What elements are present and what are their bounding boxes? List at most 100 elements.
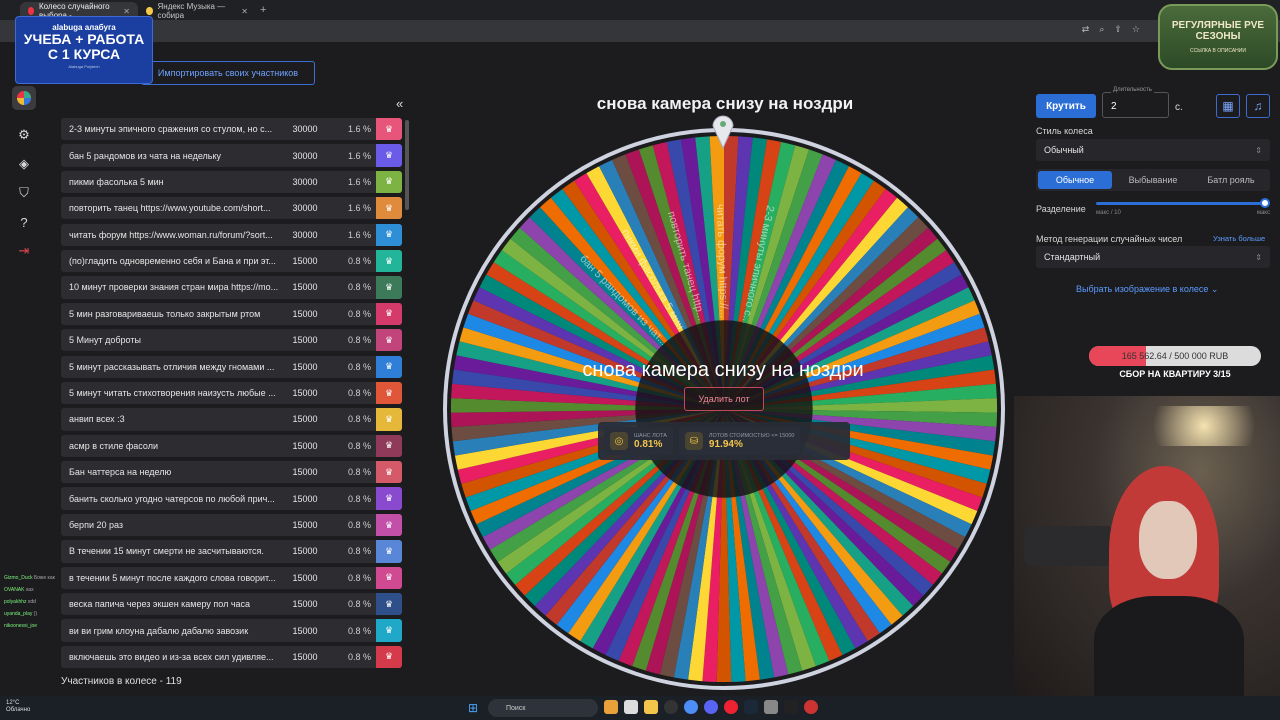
participant-name[interactable]: веска папича через экшен камеру пол часа [61, 599, 281, 609]
trophy-icon[interactable]: ♛ [376, 513, 402, 537]
participant-name[interactable]: (по)гладить одновременно себя и Бана и п… [61, 256, 281, 266]
participant-row[interactable]: включаешь это видео и из-за всех сил уди… [61, 645, 402, 669]
style-select[interactable]: Обычный ⇕ [1036, 139, 1270, 161]
participant-name[interactable]: в течении 5 минут после каждого слова го… [61, 573, 281, 583]
participant-amount[interactable]: 15000 [281, 520, 329, 530]
participant-amount[interactable]: 30000 [281, 124, 329, 134]
app-icon[interactable] [664, 700, 678, 714]
participant-amount[interactable]: 15000 [281, 282, 329, 292]
participant-name[interactable]: анвип всех :3 [61, 414, 281, 424]
trophy-icon[interactable]: ♛ [376, 434, 402, 457]
trophy-icon[interactable]: ♛ [376, 540, 402, 563]
trophy-icon[interactable]: ♛ [376, 487, 402, 510]
layers-icon[interactable]: ◈ [12, 152, 36, 176]
participant-row[interactable]: берпи 20 раз 15000 0.8 % ♛ [61, 513, 402, 537]
participant-amount[interactable]: 15000 [281, 573, 329, 583]
participant-row[interactable]: Бан чаттерса на неделю 15000 0.8 % ♛ [61, 461, 402, 484]
duration-input[interactable]: Длительность 2 [1102, 87, 1169, 118]
participant-amount[interactable]: 15000 [281, 467, 329, 477]
trophy-icon[interactable]: ♛ [376, 170, 402, 194]
participant-row[interactable]: асмр в стиле фасоли 15000 0.8 % ♛ [61, 434, 402, 457]
trophy-icon[interactable]: ♛ [376, 197, 402, 220]
windows-start-icon[interactable]: ⊞ [468, 701, 478, 715]
participant-row[interactable]: 5 минут читать стихотворения наизусть лю… [61, 381, 402, 405]
participant-row[interactable]: 5 мин разговариваешь только закрытым рто… [61, 302, 402, 326]
star-icon[interactable]: ☆ [1132, 24, 1140, 35]
participant-name[interactable]: Бан чаттерса на неделю [61, 467, 281, 477]
trophy-icon[interactable]: ♛ [376, 223, 402, 246]
participant-row[interactable]: веска папича через экшен камеру пол часа… [61, 593, 402, 616]
participant-name[interactable]: 5 Минут доброты [61, 335, 281, 345]
trophy-icon[interactable]: ♛ [376, 381, 402, 405]
folder-icon[interactable] [644, 700, 658, 714]
participant-name[interactable]: ви ви грим клоуна дабалю дабалю завозик [61, 626, 281, 636]
participant-row[interactable]: анвип всех :3 15000 0.8 % ♛ [61, 408, 402, 431]
weather-widget[interactable]: 12°C Облачно [6, 700, 30, 714]
participant-amount[interactable]: 30000 [281, 203, 329, 213]
participant-row[interactable]: В течении 15 минут смерти не засчитывают… [61, 540, 402, 563]
participant-amount[interactable]: 15000 [281, 494, 329, 504]
participant-row[interactable]: читать форум https://www.woman.ru/forum/… [61, 223, 402, 246]
participant-amount[interactable]: 15000 [281, 309, 329, 319]
new-tab-icon[interactable]: + [260, 4, 266, 16]
mode-normal-tab[interactable]: Обычное [1038, 171, 1112, 189]
shield-icon[interactable]: ⛉ [12, 181, 36, 205]
app-icon[interactable] [604, 700, 618, 714]
trophy-icon[interactable]: ♛ [376, 593, 402, 616]
participant-amount[interactable]: 15000 [281, 626, 329, 636]
participant-name[interactable]: пикми фасолька 5 мин [61, 177, 281, 187]
participant-amount[interactable]: 30000 [281, 177, 329, 187]
participant-amount[interactable]: 15000 [281, 441, 329, 451]
participant-name[interactable]: 5 минут рассказывать отличия между гнома… [61, 362, 281, 372]
app-icon[interactable] [624, 700, 638, 714]
participant-amount[interactable]: 30000 [281, 151, 329, 161]
rng-select[interactable]: Стандартный ⇕ [1036, 246, 1270, 268]
participant-name[interactable]: включаешь это видео и из-за всех сил уди… [61, 652, 281, 662]
participant-amount[interactable]: 15000 [281, 388, 329, 398]
trophy-icon[interactable]: ♛ [376, 408, 402, 431]
import-participants-button[interactable]: Импортировать своих участников [141, 61, 315, 85]
music-icon[interactable]: ♫ [1246, 94, 1270, 118]
participant-row[interactable]: 10 минут проверки знания стран мира http… [61, 276, 402, 299]
trophy-icon[interactable]: ♛ [376, 461, 402, 484]
participant-name[interactable]: 5 мин разговариваешь только закрытым рто… [61, 309, 281, 319]
trophy-icon[interactable]: ♛ [376, 249, 402, 273]
participant-name[interactable]: 5 минут читать стихотворения наизусть лю… [61, 388, 281, 398]
trophy-icon[interactable]: ♛ [376, 276, 402, 299]
participant-row[interactable]: ви ви грим клоуна дабалю дабалю завозик 1… [61, 619, 402, 642]
participant-row[interactable]: банить сколько угодно чатерсов по любой … [61, 487, 402, 510]
trophy-icon[interactable]: ♛ [376, 144, 402, 167]
participant-amount[interactable]: 15000 [281, 362, 329, 372]
mode-battle-royale-tab[interactable]: Батл рояль [1194, 171, 1268, 189]
browser-tab[interactable]: Яндекс Музыка — собира ✕ [138, 2, 256, 20]
logout-icon[interactable]: ⇥ [12, 239, 36, 263]
app-icon[interactable] [804, 700, 818, 714]
help-icon[interactable]: ? [12, 210, 36, 234]
rng-learn-more-link[interactable]: Узнать больше [1213, 234, 1265, 243]
choose-image-link[interactable]: Выбрать изображение в колесе ⌄ [1076, 284, 1218, 295]
app-icon[interactable] [764, 700, 778, 714]
participant-name[interactable]: берпи 20 раз [61, 520, 281, 530]
participant-row[interactable]: 2-3 минуты эпичного сражения со стулом, … [61, 118, 402, 141]
participant-name[interactable]: банить сколько угодно чатерсов по любой … [61, 494, 281, 504]
share-icon[interactable]: ⇪ [1114, 24, 1122, 35]
participant-amount[interactable]: 15000 [281, 414, 329, 424]
tab-close-icon[interactable]: ✕ [123, 7, 130, 16]
participant-amount[interactable]: 15000 [281, 335, 329, 345]
participant-name[interactable]: повторить танец https://www.youtube.com/… [61, 203, 281, 213]
trophy-icon[interactable]: ♛ [376, 329, 402, 352]
split-slider[interactable] [1096, 198, 1270, 208]
participant-row[interactable]: пикми фасолька 5 мин 30000 1.6 % ♛ [61, 170, 402, 194]
trophy-icon[interactable]: ♛ [376, 645, 402, 669]
trophy-icon[interactable]: ♛ [376, 302, 402, 326]
grid-icon[interactable]: ▦ [1216, 94, 1240, 118]
delete-lot-button[interactable]: Удалить лот [684, 387, 764, 411]
discord-icon[interactable] [704, 700, 718, 714]
mode-elimination-tab[interactable]: Выбывание [1116, 171, 1190, 189]
participant-amount[interactable]: 30000 [281, 230, 329, 240]
gear-icon[interactable]: ⚙ [12, 123, 36, 147]
participant-amount[interactable]: 15000 [281, 652, 329, 662]
participant-name[interactable]: читать форум https://www.woman.ru/forum/… [61, 230, 281, 240]
list-scrollbar[interactable] [405, 120, 409, 210]
participant-row[interactable]: в течении 5 минут после каждого слова го… [61, 566, 402, 589]
